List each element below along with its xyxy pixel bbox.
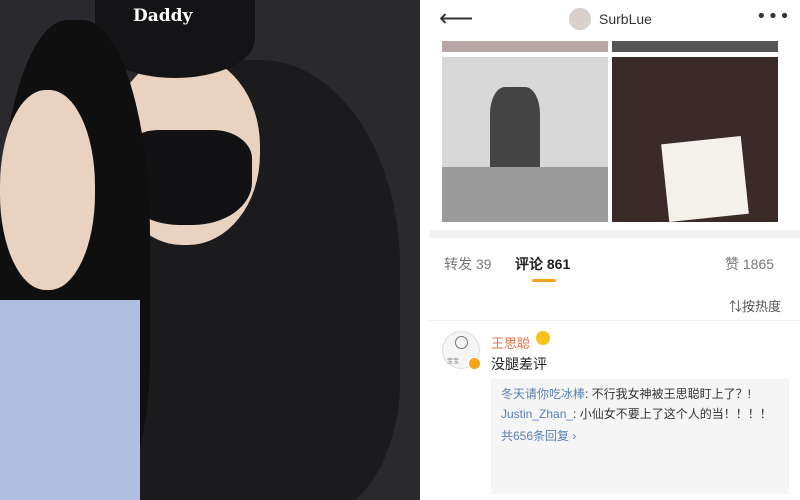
reply-user[interactable]: Justin_Zhan_ xyxy=(501,407,573,421)
replies-box[interactable]: 冬天请你吃冰棒: 不行我女神被王思聪盯上了？! Justin_Zhan_: 小仙… xyxy=(491,379,789,494)
reply-text: : 不行我女神被王思聪盯上了？! xyxy=(585,387,752,401)
tab-likes[interactable]: 赞 1865 xyxy=(725,254,774,274)
vip-crown-icon xyxy=(536,331,550,345)
woman-face xyxy=(0,90,95,290)
weibo-post-screen: ⟵ SurbLue ••• 转发 39 评论 861 赞 1865 ⇅按热度 宝… xyxy=(429,0,800,500)
post-image-1[interactable] xyxy=(442,41,608,52)
avatar-caption: 宝宝 xyxy=(447,359,460,365)
divider xyxy=(429,320,800,321)
back-arrow-icon[interactable]: ⟵ xyxy=(439,4,473,32)
selfie-photo: Daddy xyxy=(0,0,420,500)
tab-reposts[interactable]: 转发 39 xyxy=(444,254,491,274)
woman-shirt xyxy=(0,300,140,500)
tab-comments[interactable]: 评论 861 xyxy=(515,254,570,274)
more-options-icon[interactable]: ••• xyxy=(756,6,791,27)
section-divider xyxy=(429,230,800,238)
header-username[interactable]: SurbLue xyxy=(599,11,652,27)
post-image-2[interactable] xyxy=(612,41,778,52)
active-tab-indicator xyxy=(532,279,556,282)
cap-text: Daddy xyxy=(133,6,193,26)
interaction-tabs: 转发 39 评论 861 赞 1865 xyxy=(429,248,800,282)
reply-item[interactable]: 冬天请你吃冰棒: 不行我女神被王思聪盯上了？! xyxy=(501,385,779,403)
reply-item[interactable]: Justin_Zhan_: 小仙女不要上了这个人的当！！！！ xyxy=(501,405,779,423)
sort-label: 按热度 xyxy=(742,299,782,314)
view-all-replies-link[interactable]: 共656条回复 › xyxy=(501,427,779,445)
commenter-name[interactable]: 王思聪 xyxy=(491,333,530,352)
verified-badge-icon xyxy=(468,357,481,370)
sort-button[interactable]: ⇅按热度 xyxy=(729,296,781,315)
top-bar: ⟵ SurbLue ••• xyxy=(429,0,800,38)
post-image-3[interactable] xyxy=(442,57,608,222)
handwritten-sign-image xyxy=(661,136,749,222)
comment-text: 没腿差评 xyxy=(491,356,547,372)
reply-user[interactable]: 冬天请你吃冰棒 xyxy=(501,387,585,401)
reply-text: : 小仙女不要上了这个人的当！！！！ xyxy=(573,407,772,421)
user-avatar[interactable] xyxy=(569,8,591,30)
